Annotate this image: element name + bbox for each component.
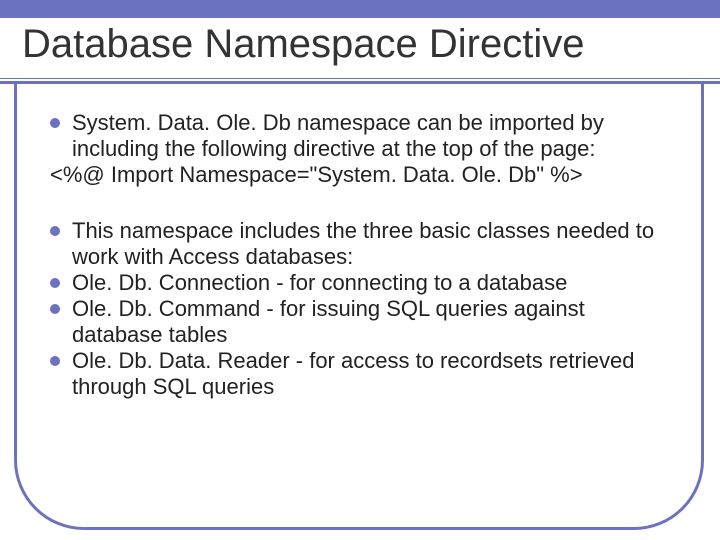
bullet-icon [50, 226, 60, 236]
bullet-text: Ole. Db. Command - for issuing SQL queri… [72, 296, 670, 348]
code-line: <%@ Import Namespace="System. Data. Ole.… [50, 162, 670, 188]
bullet-text: This namespace includes the three basic … [72, 218, 670, 270]
bullet-icon [50, 304, 60, 314]
top-accent-band [0, 0, 720, 18]
bullet-icon [50, 278, 60, 288]
content-area: System. Data. Ole. Db namespace can be i… [50, 110, 670, 400]
bullet-item: This namespace includes the three basic … [50, 218, 670, 270]
bullet-item: Ole. Db. Data. Reader - for access to re… [50, 348, 670, 400]
paragraph-1: System. Data. Ole. Db namespace can be i… [50, 110, 670, 188]
paragraph-2: This namespace includes the three basic … [50, 218, 670, 400]
bullet-item: Ole. Db. Command - for issuing SQL queri… [50, 296, 670, 348]
bullet-icon [50, 356, 60, 366]
bullet-icon [50, 118, 60, 128]
slide: Database Namespace Directive System. Dat… [0, 0, 720, 540]
bullet-text: Ole. Db. Connection - for connecting to … [72, 270, 670, 296]
title-underline-inner [0, 79, 720, 81]
bullet-text: System. Data. Ole. Db namespace can be i… [72, 110, 670, 162]
bullet-item: System. Data. Ole. Db namespace can be i… [50, 110, 670, 162]
bullet-item: Ole. Db. Connection - for connecting to … [50, 270, 670, 296]
slide-title: Database Namespace Directive [22, 22, 584, 67]
bullet-text: Ole. Db. Data. Reader - for access to re… [72, 348, 670, 400]
